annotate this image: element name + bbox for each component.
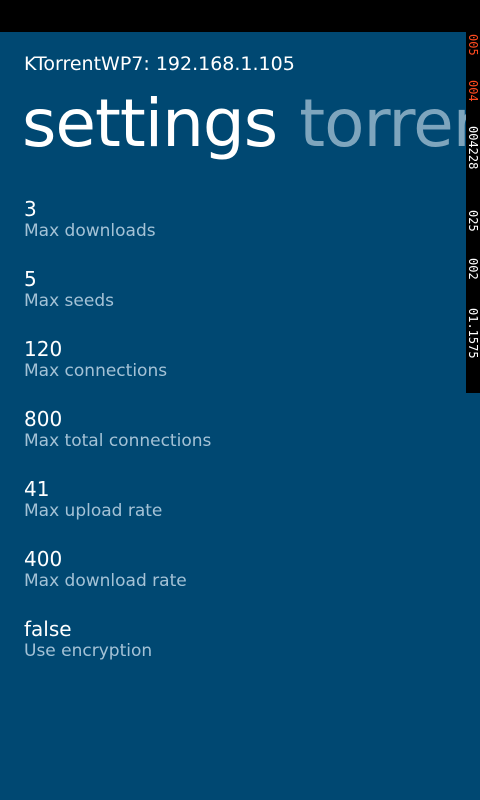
system-status-bar xyxy=(0,0,480,32)
settings-list: 3 Max downloads 5 Max seeds 120 Max conn… xyxy=(24,196,444,686)
setting-label: Max downloads xyxy=(24,221,156,241)
setting-max-seeds[interactable]: 5 Max seeds xyxy=(24,266,444,336)
setting-value: 5 xyxy=(24,267,37,291)
app-title: KTorrentWP7: 192.168.1.105 xyxy=(24,53,295,75)
setting-max-downloads[interactable]: 3 Max downloads xyxy=(24,196,444,266)
setting-label: Max connections xyxy=(24,361,168,381)
setting-label: Max upload rate xyxy=(24,501,163,521)
setting-max-upload-rate[interactable]: 41 Max upload rate xyxy=(24,476,444,546)
setting-value: 400 xyxy=(24,547,63,571)
setting-label: Max total connections xyxy=(24,431,212,451)
pivot-tab-settings[interactable]: settings xyxy=(22,78,278,170)
setting-value: 3 xyxy=(24,197,37,221)
pivot-tab-torrents[interactable]: torrents xyxy=(299,78,466,170)
setting-value: false xyxy=(24,617,72,641)
frame-rate-counter: 025 xyxy=(466,210,480,232)
setting-label: Use encryption xyxy=(24,641,153,661)
setting-label: Max download rate xyxy=(24,571,187,591)
setting-value: 120 xyxy=(24,337,63,361)
frame-rate-counter: 002 xyxy=(466,258,480,280)
setting-max-download-rate[interactable]: 400 Max download rate xyxy=(24,546,444,616)
setting-value: 800 xyxy=(24,407,63,431)
setting-label: Max seeds xyxy=(24,291,114,311)
setting-value: 41 xyxy=(24,477,50,501)
frame-rate-counters: 005 004 004228 025 002 01.1575 xyxy=(466,32,480,393)
frame-rate-counter: 004 xyxy=(466,80,480,102)
pivot-header-strip: settingstorrents xyxy=(0,78,466,178)
setting-use-encryption[interactable]: false Use encryption xyxy=(24,616,444,686)
setting-max-total-connections[interactable]: 800 Max total connections xyxy=(24,406,444,476)
frame-rate-counter: 005 xyxy=(466,34,480,56)
pivot-headers: settingstorrents xyxy=(22,78,466,170)
frame-rate-counter: 01.1575 xyxy=(466,308,480,359)
setting-max-connections[interactable]: 120 Max connections xyxy=(24,336,444,406)
frame-rate-counter: 004228 xyxy=(466,126,480,170)
